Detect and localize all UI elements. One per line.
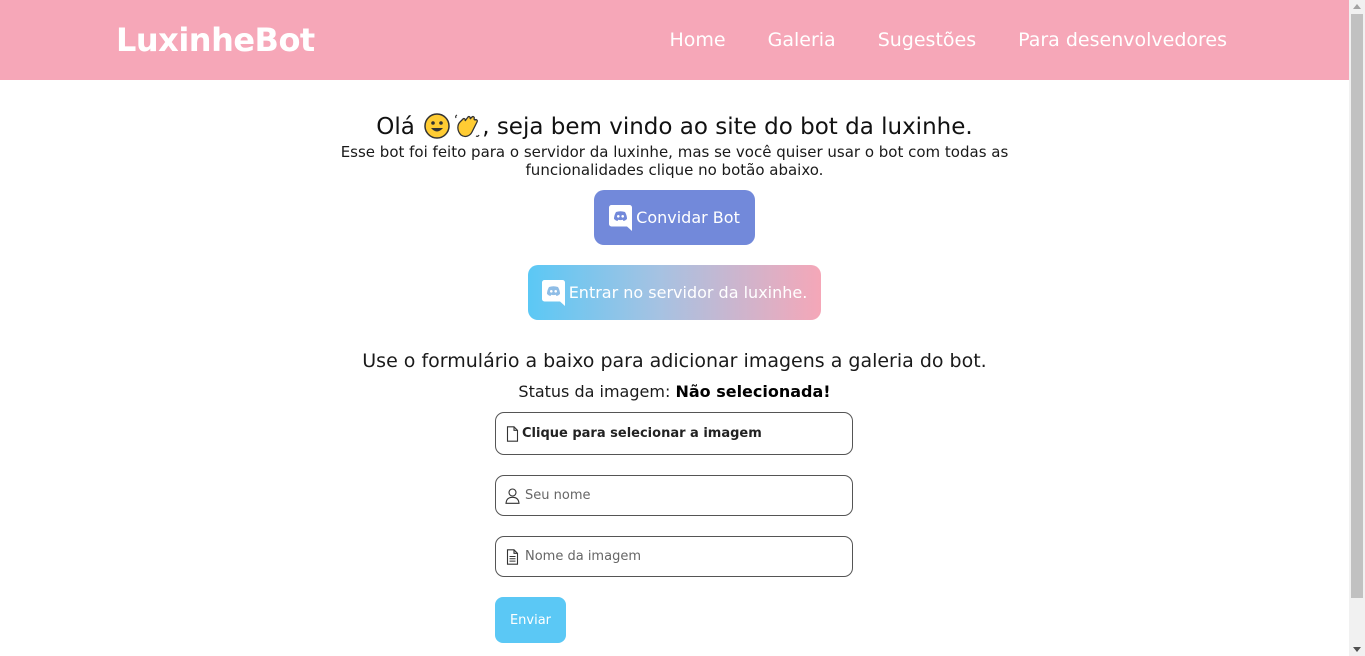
- image-name-input[interactable]: [525, 549, 825, 564]
- invite-bot-button[interactable]: Convidar Bot: [594, 190, 755, 245]
- document-text-icon: [506, 548, 519, 565]
- page: LuxinheBot Home Galeria Sugestões Para d…: [0, 0, 1365, 656]
- greeting-hello: Olá: [376, 114, 415, 140]
- discord-icon: [541, 279, 565, 306]
- image-name-field[interactable]: [495, 536, 853, 577]
- greeting-message: , seja bem vindo ao site do bot da luxin…: [482, 114, 973, 140]
- site-logo[interactable]: LuxinheBot: [116, 18, 315, 62]
- intro-line-2: funcionalidades clique no botão abaixo.: [525, 161, 824, 179]
- nav-para-desenvolvedores[interactable]: Para desenvolvedores: [1018, 28, 1227, 52]
- nav-galeria[interactable]: Galeria: [768, 28, 836, 52]
- name-input[interactable]: [525, 488, 825, 503]
- site-header: LuxinheBot Home Galeria Sugestões Para d…: [0, 0, 1349, 80]
- join-server-button[interactable]: Entrar no servidor da luxinhe.: [528, 265, 821, 320]
- main-nav: Home Galeria Sugestões Para desenvolvedo…: [628, 28, 1227, 52]
- image-status-value: Não selecionada!: [675, 382, 831, 401]
- nav-home[interactable]: Home: [670, 28, 726, 52]
- page-scrollbar[interactable]: [1349, 0, 1365, 656]
- submit-button[interactable]: Enviar: [495, 597, 566, 643]
- scroll-down-arrow-icon[interactable]: [1353, 647, 1361, 652]
- discord-icon: [609, 204, 633, 231]
- image-status: Status da imagem: Não selecionada!: [0, 382, 1349, 402]
- intro-line-1: Esse bot foi feito para o servidor da lu…: [340, 143, 1009, 161]
- nav-sugestoes[interactable]: Sugestões: [878, 28, 976, 52]
- join-server-label: Entrar no servidor da luxinhe.: [568, 283, 808, 302]
- image-file-picker-label: Clique para selecionar a imagem: [522, 426, 762, 441]
- waving-hand-emoji: [455, 114, 480, 138]
- invite-bot-label: Convidar Bot: [636, 208, 740, 227]
- image-file-picker[interactable]: Clique para selecionar a imagem: [495, 412, 853, 455]
- image-status-label: Status da imagem:: [518, 382, 671, 401]
- name-field[interactable]: [495, 475, 853, 516]
- scroll-up-arrow-icon[interactable]: [1353, 4, 1361, 9]
- file-icon: [506, 425, 519, 442]
- user-icon: [505, 487, 520, 504]
- greeting-heading: Olá , seja bem vindo ao site do bot da l…: [0, 112, 1349, 142]
- scrollbar-thumb[interactable]: [1351, 14, 1363, 598]
- form-title: Use o formulário a baixo para adicionar …: [362, 350, 987, 372]
- intro-text: Esse bot foi feito para o servidor da lu…: [0, 143, 1349, 179]
- grinning-face-emoji: [424, 113, 450, 139]
